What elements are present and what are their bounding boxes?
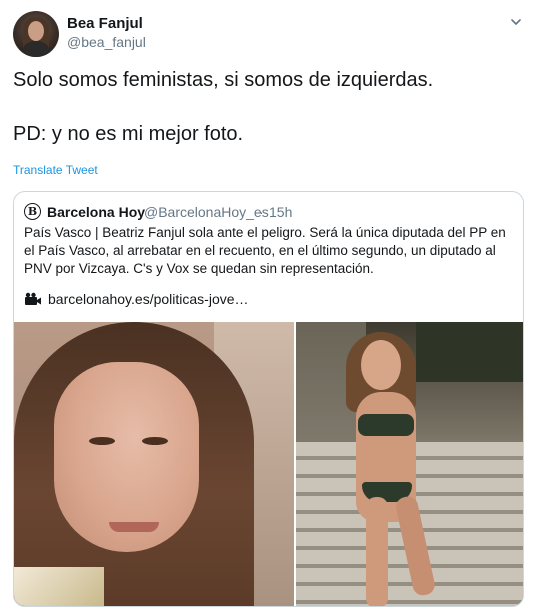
avatar-face [28, 21, 44, 41]
quoted-handle: @BarcelonaHoy_es [144, 204, 269, 220]
clapperboard-icon [25, 292, 41, 305]
quoted-display-name: Barcelona Hoy [47, 204, 146, 220]
quoted-tweet[interactable]: B Barcelona Hoy @BarcelonaHoy_es · 15h P… [13, 191, 524, 607]
photo-mouth [109, 522, 159, 532]
tweet-line-1: Solo somos feministas, si somos de izqui… [13, 69, 434, 91]
author-avatar[interactable] [13, 11, 59, 57]
author-handle[interactable]: @bea_fanjul [67, 34, 146, 50]
barcelona-hoy-logo-icon: B [24, 203, 41, 220]
photo-collar [14, 567, 104, 606]
tweet-text: Solo somos feministas, si somos de izqui… [13, 68, 523, 146]
quoted-link-text: barcelonahoy.es/politicas-jove… [48, 291, 249, 307]
quoted-timestamp: 15h [269, 204, 293, 220]
chevron-down-icon[interactable] [509, 15, 523, 29]
photo-leg-left [366, 497, 388, 606]
quoted-text: País Vasco | Beatriz Fanjul sola ante el… [24, 225, 506, 276]
photo-swimsuit-top [358, 414, 414, 436]
quoted-separator: · [259, 204, 264, 220]
photo-person-head [361, 340, 401, 390]
photo-eye-right [142, 437, 168, 445]
author-display-name[interactable]: Bea Fanjul [67, 15, 143, 32]
photo-eye-left [89, 437, 115, 445]
quoted-link[interactable]: barcelonahoy.es/politicas-jove… [24, 291, 249, 307]
tweet: Bea Fanjul @bea_fanjul Solo somos femini… [0, 0, 537, 609]
translate-tweet-link[interactable]: Translate Tweet [13, 163, 98, 177]
quoted-photo-portrait[interactable] [14, 322, 294, 606]
photo-trees [416, 322, 523, 382]
tweet-line-2: PD: y no es mi mejor foto. [13, 123, 244, 145]
quoted-photo-stairs[interactable] [296, 322, 523, 606]
